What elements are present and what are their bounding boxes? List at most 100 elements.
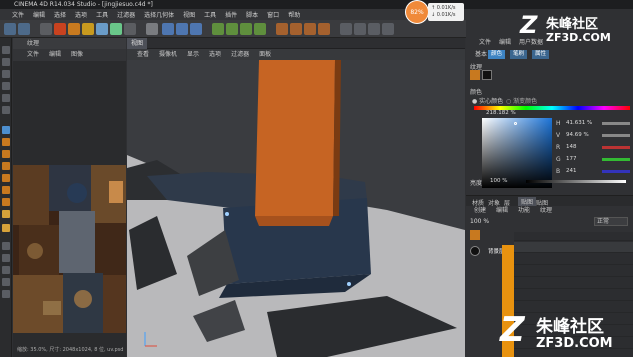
scale-tool-icon[interactable] [68,23,80,35]
texture-mode-icon[interactable] [368,23,380,35]
grid-icon[interactable] [2,278,10,286]
scene-icon[interactable] [290,23,302,35]
star-shape-icon[interactable] [2,224,10,232]
redo-icon[interactable] [18,23,30,35]
color-picker-icon[interactable] [2,242,10,250]
menu-item-file[interactable]: 文件 [12,10,24,19]
fill-icon[interactable] [2,138,10,146]
attr-tab-file[interactable]: 文件 [476,38,494,48]
layer-row[interactable] [514,278,633,289]
viewport-tab[interactable]: 视图 [127,38,148,49]
menu-item-script[interactable]: 脚本 [246,10,258,19]
blend-mode-dropdown[interactable]: 正常 [594,217,628,226]
light-icon[interactable] [318,23,330,35]
cube-icon[interactable] [212,23,224,35]
object-mode-icon[interactable] [2,58,10,66]
workplane-icon[interactable] [2,290,10,298]
layer-row[interactable] [514,254,633,265]
menu-item-options[interactable]: 选项 [75,10,87,19]
smudge-icon[interactable] [2,174,10,182]
attr-subtab-properties[interactable]: 属性 [532,50,550,59]
clone-icon[interactable] [2,162,10,170]
axis-z-icon[interactable] [124,23,136,35]
menu-item-help[interactable]: 帮助 [288,10,300,19]
rotate-tool-icon[interactable] [82,23,94,35]
viewport-menu-camera[interactable]: 摄像机 [159,49,177,60]
slider-h[interactable] [602,122,630,125]
texture-menu-file[interactable]: 文件 [27,49,39,61]
attr-tab-edit[interactable]: 编辑 [496,38,514,48]
text-tool-icon[interactable] [2,210,10,218]
axis-x-icon[interactable] [96,23,108,35]
viewport-scene[interactable] [127,60,465,357]
menu-item-tools-2[interactable]: 工具 [204,10,216,19]
texture-image[interactable] [13,61,126,344]
viewport-menu-view[interactable]: 查看 [137,49,149,60]
brush-icon[interactable] [2,126,10,134]
viewport-menu-options[interactable]: 选项 [209,49,221,60]
layers-menu-create[interactable]: 创建 [474,206,486,216]
menu-item-plugins[interactable]: 插件 [225,10,237,19]
viewport-menu-display[interactable]: 显示 [187,49,199,60]
render-view-icon[interactable] [162,23,174,35]
texture-swatch-1[interactable] [470,70,480,80]
attr-subtab-brush[interactable]: 笔刷 [510,50,528,59]
layer-row[interactable] [514,230,633,241]
pen-icon[interactable] [226,23,238,35]
menu-item-tools[interactable]: 工具 [96,10,108,19]
layers-menu-function[interactable]: 功能 [518,206,530,216]
texture-menu-image[interactable]: 图像 [71,49,83,61]
magnet-icon[interactable] [2,254,10,262]
render-picture-icon[interactable] [176,23,188,35]
model-mode-icon[interactable] [2,46,10,54]
menu-item-window[interactable]: 窗口 [267,10,279,19]
slider-b[interactable] [602,170,630,173]
network-percent-orb[interactable]: 82% [406,1,428,23]
eraser-icon[interactable] [2,150,10,158]
blur-icon[interactable] [2,186,10,194]
dodge-icon[interactable] [2,198,10,206]
layers-menu-edit[interactable]: 编辑 [496,206,508,216]
layers-menu-texture[interactable]: 纹理 [540,206,552,216]
menu-item-select-geometry[interactable]: 选择几何体 [144,10,174,19]
texture-axis-icon[interactable] [2,70,10,78]
slider-g[interactable] [602,158,630,161]
edges-mode-icon[interactable] [2,94,10,102]
render-settings-icon[interactable] [190,23,202,35]
layout-icon[interactable] [382,23,394,35]
fill-mode-solid[interactable]: ● 实心颜色 [472,96,503,105]
axis-y-icon[interactable] [110,23,122,35]
layer-row[interactable] [514,290,633,301]
points-mode-icon[interactable] [2,82,10,90]
slider-r[interactable] [602,146,630,149]
select-tool-icon[interactable] [40,23,52,35]
menu-item-view[interactable]: 视图 [183,10,195,19]
layer-thumb-sphere[interactable] [470,246,480,256]
brightness-slider[interactable] [526,180,626,183]
attr-subtab-color-active[interactable]: 颜色 [488,50,506,59]
layer-thumb-material[interactable] [470,230,480,240]
layers-tab-texture-active[interactable]: 贴图 [518,197,537,206]
viewport-panel[interactable]: 视图 查看 摄像机 显示 选项 过滤器 面板 [127,38,465,357]
subdivision-icon[interactable] [240,23,252,35]
viewport-menu-filter[interactable]: 过滤器 [231,49,249,60]
menu-item-filter[interactable]: 过滤器 [117,10,135,19]
array-icon[interactable] [254,23,266,35]
slider-v[interactable] [602,134,630,137]
fill-mode-gradient[interactable]: ○ 渐变颜色 [506,96,537,105]
menu-item-edit[interactable]: 编辑 [33,10,45,19]
deformer-icon[interactable] [276,23,288,35]
move-tool-icon[interactable] [54,23,66,35]
paint-mode-icon[interactable] [340,23,352,35]
layer-row[interactable] [514,266,633,277]
layer-row[interactable] [514,242,633,253]
lock-icon[interactable] [2,266,10,274]
camera-icon[interactable] [304,23,316,35]
texture-swatch-2[interactable] [482,70,492,80]
menu-item-select[interactable]: 选择 [54,10,66,19]
viewport-menu-panel[interactable]: 面板 [259,49,271,60]
layers-zoom[interactable]: 100 % [470,218,489,225]
undo-icon[interactable] [4,23,16,35]
uv-mode-icon[interactable] [354,23,366,35]
render-region-icon[interactable] [146,23,158,35]
